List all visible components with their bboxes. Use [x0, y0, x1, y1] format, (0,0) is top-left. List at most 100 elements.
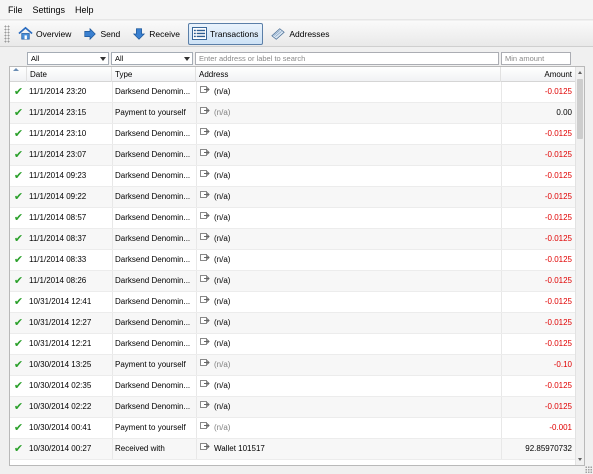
- row-amount: -0.0125: [501, 334, 576, 354]
- amount-column-header[interactable]: Amount: [501, 67, 576, 82]
- date-column-header[interactable]: Date: [27, 67, 112, 82]
- receive-button[interactable]: Receive: [128, 23, 185, 45]
- row-address-text: (n/a): [214, 192, 231, 201]
- row-date: 11/1/2014 08:26: [29, 276, 87, 285]
- confirmed-check-icon: ✔: [13, 401, 24, 413]
- address-book-icon: [271, 27, 286, 40]
- confirmed-check-icon: ✔: [13, 317, 24, 329]
- row-address-text: (n/a): [214, 423, 231, 432]
- addresses-button[interactable]: Addresses: [266, 23, 334, 45]
- row-amount: -0.0125: [501, 313, 576, 333]
- overview-button[interactable]: Overview: [14, 23, 76, 45]
- row-date: 11/1/2014 09:22: [29, 192, 87, 201]
- search-input[interactable]: [195, 52, 499, 65]
- row-date: 11/1/2014 08:33: [29, 255, 87, 264]
- row-amount: -0.0125: [501, 166, 576, 186]
- receive-arrow-icon: [133, 27, 146, 40]
- table-row[interactable]: ✔ 11/1/2014 23:15 Payment to yourself (n/a)…: [10, 103, 576, 124]
- menu-bar: File Settings Help: [0, 0, 593, 20]
- table-row[interactable]: ✔ 11/1/2014 09:22 Darksend Denomin... (n/a)…: [10, 187, 576, 208]
- row-address: (n/a): [196, 355, 501, 375]
- type-filter-select[interactable]: All: [111, 52, 193, 65]
- table-row[interactable]: ✔ 10/30/2014 00:27 Received with Wallet 101…: [10, 439, 576, 460]
- resize-grip[interactable]: [585, 466, 592, 473]
- row-address: (n/a): [196, 208, 501, 228]
- table-row[interactable]: ✔ 10/31/2014 12:21 Darksend Denomin... (n/a…: [10, 334, 576, 355]
- table-row[interactable]: ✔ 10/30/2014 00:41 Payment to yourself (n/a…: [10, 418, 576, 439]
- row-type: Darksend Denomin...: [112, 166, 196, 186]
- table-row[interactable]: ✔ 11/1/2014 23:07 Darksend Denomin... (n/a)…: [10, 145, 576, 166]
- row-address-text: (n/a): [214, 129, 231, 138]
- row-type: Payment to yourself: [112, 418, 196, 438]
- scroll-down-icon[interactable]: [578, 458, 582, 461]
- transfer-arrow-icon: [200, 418, 210, 438]
- send-button[interactable]: Send: [79, 23, 125, 45]
- row-amount: -0.0125: [501, 208, 576, 228]
- type-column-header[interactable]: Type: [112, 67, 196, 82]
- table-row[interactable]: ✔ 11/1/2014 23:20 Darksend Denomin... (n/a)…: [10, 82, 576, 103]
- table-header: Date Type Address Amount: [10, 67, 576, 82]
- transfer-arrow-icon: [200, 313, 210, 333]
- row-address-text: (n/a): [214, 87, 231, 96]
- row-date: 11/1/2014 08:57: [29, 213, 87, 222]
- table-row[interactable]: ✔ 10/30/2014 02:35 Darksend Denomin... (n/a…: [10, 376, 576, 397]
- table-row[interactable]: ✔ 11/1/2014 08:57 Darksend Denomin... (n/a)…: [10, 208, 576, 229]
- row-amount: -0.0125: [501, 292, 576, 312]
- row-amount: -0.0125: [501, 271, 576, 291]
- menu-settings[interactable]: Settings: [28, 0, 71, 20]
- table-row[interactable]: ✔ 11/1/2014 08:37 Darksend Denomin... (n/a)…: [10, 229, 576, 250]
- table-row[interactable]: ✔ 10/30/2014 02:22 Darksend Denomin... (n/a…: [10, 397, 576, 418]
- confirmed-check-icon: ✔: [13, 233, 24, 245]
- address-column-header[interactable]: Address: [196, 67, 501, 82]
- row-type: Darksend Denomin...: [112, 229, 196, 249]
- table-row[interactable]: ✔ 11/1/2014 08:33 Darksend Denomin... (n/a)…: [10, 250, 576, 271]
- row-date: 11/1/2014 23:10: [29, 129, 87, 138]
- table-row[interactable]: ✔ 10/30/2014 13:25 Payment to yourself (n/a…: [10, 355, 576, 376]
- toolbar-grip[interactable]: [4, 24, 10, 43]
- transactions-button[interactable]: Transactions: [188, 22, 264, 45]
- confirmed-check-icon: ✔: [13, 107, 24, 119]
- row-type: Darksend Denomin...: [112, 313, 196, 333]
- date-filter-select[interactable]: All: [27, 52, 109, 65]
- row-address-text: (n/a): [214, 171, 231, 180]
- filter-bar: All All: [0, 48, 593, 66]
- confirmed-check-icon: ✔: [13, 275, 24, 287]
- row-address: (n/a): [196, 334, 501, 354]
- transfer-arrow-icon: [200, 187, 210, 207]
- addresses-label: Addresses: [289, 28, 330, 39]
- vertical-scrollbar[interactable]: [575, 67, 584, 465]
- row-address-text: (n/a): [214, 381, 231, 390]
- row-date: 11/1/2014 08:37: [29, 234, 87, 243]
- row-date: 10/31/2014 12:21: [29, 339, 92, 348]
- status-column-header[interactable]: [10, 67, 27, 82]
- menu-help[interactable]: Help: [70, 0, 99, 20]
- scroll-up-icon[interactable]: [578, 71, 582, 74]
- row-address-text: (n/a): [214, 234, 231, 243]
- min-amount-input[interactable]: [501, 52, 571, 65]
- row-address-text: Wallet 101517: [214, 444, 265, 453]
- transfer-arrow-icon: [200, 82, 210, 102]
- confirmed-check-icon: ✔: [13, 86, 24, 98]
- table-row[interactable]: ✔ 11/1/2014 23:10 Darksend Denomin... (n/a)…: [10, 124, 576, 145]
- table-row[interactable]: ✔ 11/1/2014 09:23 Darksend Denomin... (n/a)…: [10, 166, 576, 187]
- scroll-thumb[interactable]: [577, 79, 583, 139]
- transfer-arrow-icon: [200, 439, 210, 459]
- row-address: (n/a): [196, 103, 501, 123]
- transactions-table: Date Type Address Amount ✔ 11/1/2014 23:2…: [9, 66, 585, 466]
- row-type: Darksend Denomin...: [112, 397, 196, 417]
- confirmed-check-icon: ✔: [13, 359, 24, 371]
- table-row[interactable]: ✔ 10/31/2014 12:27 Darksend Denomin... (n/a…: [10, 313, 576, 334]
- row-address: (n/a): [196, 418, 501, 438]
- transfer-arrow-icon: [200, 250, 210, 270]
- row-date: 11/1/2014 23:07: [29, 150, 87, 159]
- transfer-arrow-icon: [200, 145, 210, 165]
- menu-file[interactable]: File: [0, 0, 28, 20]
- row-address-text: (n/a): [214, 360, 231, 369]
- transfer-arrow-icon: [200, 229, 210, 249]
- receive-label: Receive: [149, 28, 181, 39]
- transfer-arrow-icon: [200, 208, 210, 228]
- table-row[interactable]: ✔ 10/31/2014 12:41 Darksend Denomin... (n/a…: [10, 292, 576, 313]
- row-amount: -0.001: [501, 418, 576, 438]
- table-row[interactable]: ✔ 11/1/2014 08:26 Darksend Denomin... (n/a)…: [10, 271, 576, 292]
- row-address-text: (n/a): [214, 339, 231, 348]
